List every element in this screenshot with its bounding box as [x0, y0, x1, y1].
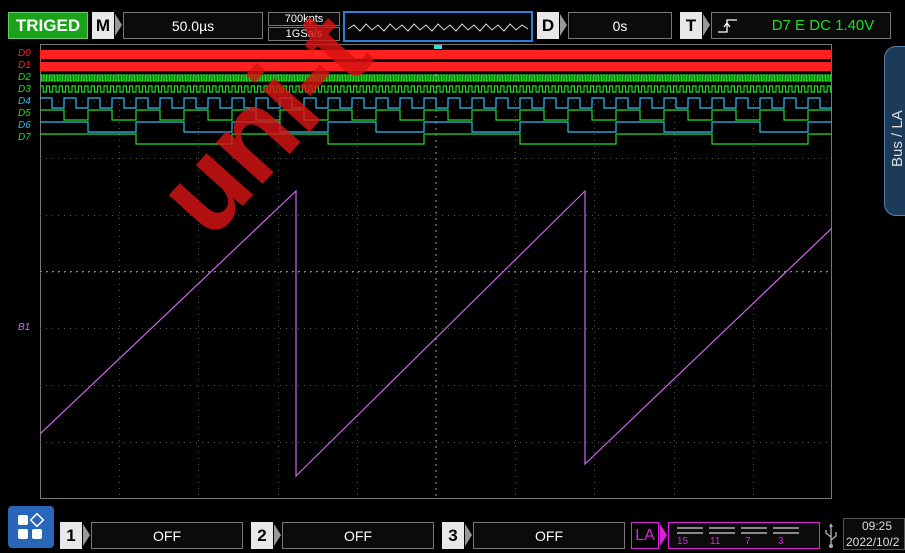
- channel-label-d0: D0: [18, 48, 31, 59]
- ch1-value: OFF: [153, 527, 181, 544]
- trace-d1: [40, 62, 832, 71]
- channel-label-d6: D6: [18, 120, 31, 131]
- menu-button[interactable]: [8, 506, 54, 548]
- clock-time: 09:25: [862, 519, 893, 533]
- chevron-right-icon: [703, 14, 710, 36]
- la-group-7: 7: [745, 536, 751, 547]
- graticule: [40, 44, 832, 499]
- trigger-tag[interactable]: T: [680, 12, 702, 39]
- side-panel-label: Bus / LA: [889, 110, 905, 167]
- channel-label-d3: D3: [18, 84, 31, 95]
- waveform-overview[interactable]: [343, 11, 533, 42]
- la-group-3: 3: [778, 536, 784, 547]
- timebase-tag[interactable]: M: [92, 12, 114, 39]
- channel-label-d1: D1: [18, 60, 31, 71]
- la-group-11: 11: [710, 536, 721, 547]
- waveform-display[interactable]: [40, 44, 832, 499]
- clock-date: 2022/10/2: [846, 535, 900, 549]
- delay-tag[interactable]: D: [537, 12, 559, 39]
- la-group-15: 15: [677, 536, 689, 547]
- chevron-right-icon: [660, 524, 667, 546]
- ch1-tag[interactable]: 1: [60, 522, 82, 549]
- ch3-value: OFF: [535, 527, 563, 544]
- trigger-status-badge: TRIGED: [8, 12, 88, 39]
- ch2-tag[interactable]: 2: [251, 522, 273, 549]
- chevron-right-icon: [560, 14, 567, 36]
- channel-label-d7: D7: [18, 132, 31, 143]
- usb-icon: [825, 523, 837, 548]
- trace-d4: [40, 97, 832, 109]
- chevron-right-icon: [115, 14, 122, 36]
- ch2-value: OFF: [344, 527, 372, 544]
- apps-grid-icon: [18, 512, 45, 539]
- channel-label-d2: D2: [18, 72, 31, 83]
- ch3-tag[interactable]: 3: [442, 522, 464, 549]
- channel-label-d5: D5: [18, 108, 31, 119]
- channel-label-d4: D4: [18, 96, 31, 107]
- delay-value: 0s: [612, 17, 628, 34]
- chevron-right-icon: [274, 524, 281, 546]
- trigger-info: D7 E DC 1.40V: [771, 17, 875, 34]
- trace-d0: [40, 50, 832, 59]
- la-status-box[interactable]: 15 11 7 3: [668, 522, 820, 549]
- waveform-overview-icon: [347, 23, 529, 32]
- trigger-position-marker: [434, 45, 442, 49]
- la-tag[interactable]: LA: [631, 522, 659, 549]
- side-panel-tab[interactable]: Bus / LA: [884, 46, 905, 216]
- chevron-right-icon: [465, 524, 472, 546]
- chevron-right-icon: [83, 524, 90, 546]
- channel-label-b1: B1: [18, 322, 31, 333]
- la-channel-activity-icon: [677, 527, 799, 534]
- timebase-value: 50.0µs: [171, 17, 215, 34]
- rising-edge-icon: [718, 19, 737, 33]
